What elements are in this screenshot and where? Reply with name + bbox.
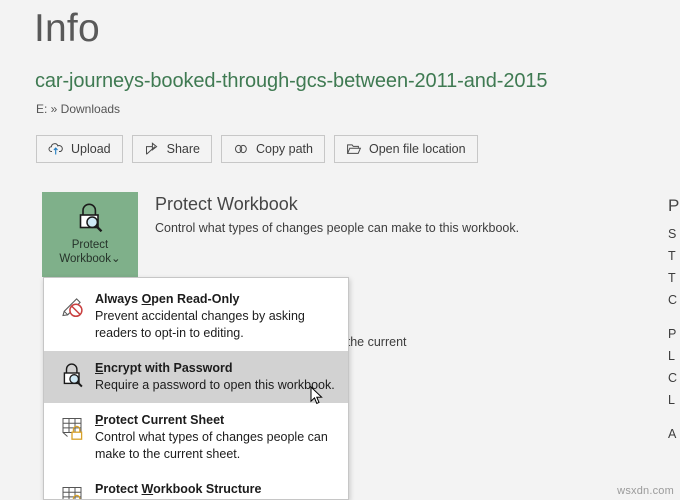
menu-item-encrypt-with-password[interactable]: Encrypt with Password Require a password… xyxy=(44,351,348,403)
action-bar: Upload Share Copy path Open file xyxy=(36,135,478,163)
protect-workbook-tile-label: Protect Workbook⌄ xyxy=(59,238,120,266)
protect-workbook-heading: Protect Workbook xyxy=(155,194,298,215)
open-file-location-button[interactable]: Open file location xyxy=(334,135,478,163)
title-accel: O xyxy=(142,292,152,306)
properties-heading: P xyxy=(668,196,680,216)
menu-item-description: Prevent accidental changes by asking rea… xyxy=(95,308,338,342)
menu-item-title: Always Open Read-Only xyxy=(95,291,338,307)
lock-magnifier-icon xyxy=(72,201,108,235)
properties-line-1: S xyxy=(668,223,680,245)
title-post: pen Read-Only xyxy=(151,292,239,306)
sheet-lock-icon xyxy=(57,481,91,500)
tile-label-line2: Workbook xyxy=(59,253,111,265)
menu-item-text: Always Open Read-Only Prevent accidental… xyxy=(91,291,338,342)
copy-path-button[interactable]: Copy path xyxy=(221,135,325,163)
menu-item-description: Control what types of changes people can… xyxy=(95,429,338,463)
chevron-down-icon: ⌄ xyxy=(111,253,121,265)
protect-workbook-menu: Always Open Read-Only Prevent accidental… xyxy=(43,277,349,500)
title-accel: W xyxy=(142,482,154,496)
upload-button-label: Upload xyxy=(71,142,111,156)
title-post: orkbook Structure xyxy=(153,482,261,496)
menu-item-text: Encrypt with Password Require a password… xyxy=(91,360,335,394)
menu-item-title: Protect Current Sheet xyxy=(95,412,338,428)
title-post: rotect Current Sheet xyxy=(103,413,224,427)
title-pre: Always xyxy=(95,292,142,306)
tile-label-line1: Protect xyxy=(72,239,108,251)
properties-line-4: C xyxy=(668,289,680,311)
title-post: ncrypt with Password xyxy=(103,361,232,375)
open-file-location-button-label: Open file location xyxy=(369,142,466,156)
properties-line-3: T xyxy=(668,267,680,289)
copy-path-button-label: Copy path xyxy=(256,142,313,156)
properties-line-9: A xyxy=(668,423,680,445)
properties-gap-2 xyxy=(668,411,680,423)
upload-button[interactable]: Upload xyxy=(36,135,123,163)
page-title: Info xyxy=(34,4,100,54)
menu-item-protect-workbook-structure[interactable]: Protect Workbook Structure Prevent unwan… xyxy=(44,472,348,500)
menu-item-title: Encrypt with Password xyxy=(95,360,335,376)
sheet-lock-icon xyxy=(57,412,91,445)
file-name-label: car-journeys-booked-through-gcs-between-… xyxy=(35,70,547,93)
properties-line-6: L xyxy=(668,345,680,367)
menu-item-title: Protect Workbook Structure xyxy=(95,481,333,497)
menu-item-protect-current-sheet[interactable]: Protect Current Sheet Control what types… xyxy=(44,403,348,472)
menu-item-description: Require a password to open this workbook… xyxy=(95,377,335,394)
properties-panel: P S T T C P L C L A xyxy=(668,196,680,445)
menu-item-always-open-read-only[interactable]: Always Open Read-Only Prevent accidental… xyxy=(44,282,348,351)
pencil-no-entry-icon xyxy=(57,291,91,324)
share-icon xyxy=(144,141,160,157)
properties-line-2: T xyxy=(668,245,680,267)
share-button[interactable]: Share xyxy=(132,135,212,163)
menu-item-text: Protect Workbook Structure Prevent unwan… xyxy=(91,481,333,500)
properties-gap-1 xyxy=(668,311,680,323)
folder-open-icon xyxy=(346,141,362,157)
protect-workbook-tile[interactable]: Protect Workbook⌄ xyxy=(42,192,138,277)
cloud-upload-icon xyxy=(48,141,64,157)
lock-magnifier-icon xyxy=(57,360,91,393)
share-button-label: Share xyxy=(167,142,200,156)
breadcrumb: E: » Downloads xyxy=(36,102,120,116)
properties-line-5: P xyxy=(668,323,680,345)
protect-workbook-description: Control what types of changes people can… xyxy=(155,221,519,235)
link-icon xyxy=(233,141,249,157)
properties-line-7: C xyxy=(668,367,680,389)
menu-item-text: Protect Current Sheet Control what types… xyxy=(91,412,338,463)
title-pre: Protect xyxy=(95,482,142,496)
watermark: wsxdn.com xyxy=(617,485,674,497)
properties-line-8: L xyxy=(668,389,680,411)
